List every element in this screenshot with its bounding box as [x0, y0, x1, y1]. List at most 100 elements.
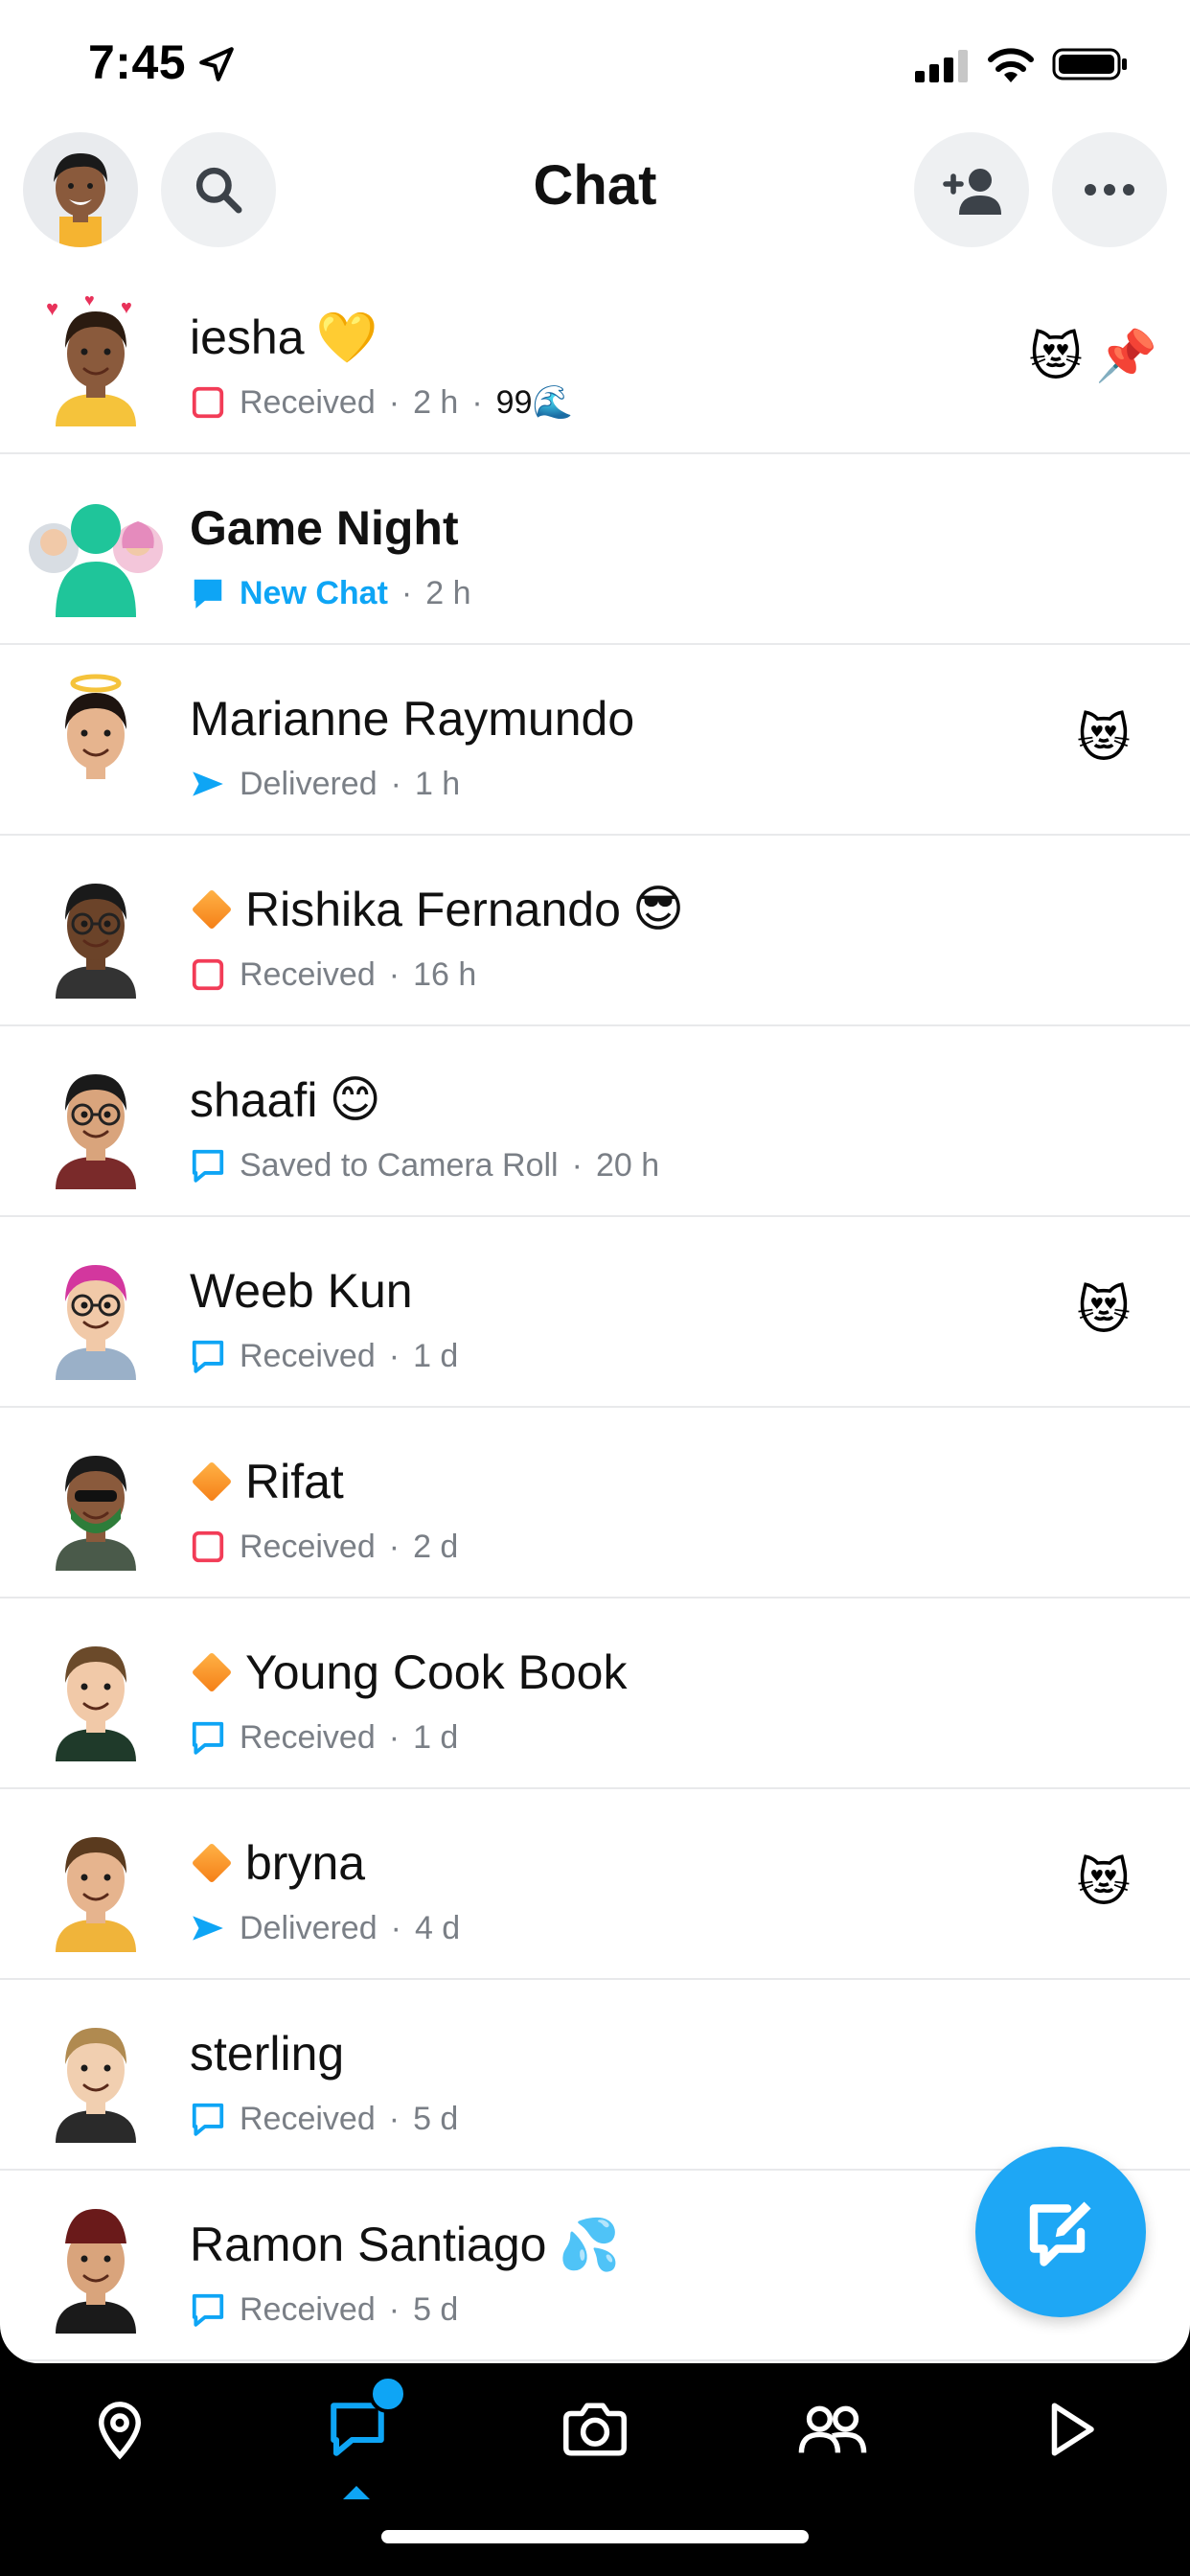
separator-dot: · — [400, 574, 413, 611]
friend-avatar[interactable] — [27, 861, 165, 999]
chat-status-line: Received · 2 d — [190, 1523, 458, 1571]
add-friend-icon — [943, 169, 1001, 215]
chat-name: Ramon Santiago — [190, 2218, 547, 2271]
friend-avatar[interactable] — [27, 1242, 165, 1380]
chat-bubble-blue-icon — [190, 1147, 226, 1184]
chat-time: 1 h — [414, 765, 461, 802]
svg-text:♥: ♥ — [121, 297, 132, 318]
separator-dot: · — [388, 1528, 400, 1565]
friend-emoji-icon: 😻 — [1028, 327, 1083, 387]
separator-dot: · — [390, 1909, 401, 1946]
wifi-icon — [988, 48, 1034, 82]
bottom-nav — [0, 2363, 1190, 2576]
chat-name: Game Night — [190, 501, 459, 555]
chat-bubble-blue-icon — [190, 2291, 226, 2328]
svg-text:♥: ♥ — [46, 296, 58, 320]
nav-map[interactable] — [77, 2386, 163, 2472]
add-friend-button[interactable] — [914, 132, 1029, 247]
separator-dot: · — [471, 383, 483, 421]
chat-name: Young Cook Book — [245, 1645, 628, 1699]
received-snap-red-icon — [190, 956, 226, 993]
chat-status: Delivered — [240, 1909, 378, 1946]
chat-name: Rishika Fernando — [245, 883, 621, 936]
separator-dot: · — [388, 1718, 400, 1756]
chat-row[interactable]: Marianne Raymundo Delivered · 1 h 😻 — [0, 645, 1190, 836]
friend-emoji-icon: 😻 — [1076, 708, 1131, 769]
more-dots-icon — [1085, 184, 1134, 196]
chat-name: Marianne Raymundo — [190, 692, 635, 746]
chat-row[interactable]: sterling Received · 5 d — [0, 1980, 1190, 2171]
chat-bubble-blue-icon — [190, 2101, 226, 2137]
chat-row[interactable]: Weeb Kun Received · 1 d 😻 — [0, 1217, 1190, 1408]
chat-name-line: Marianne Raymundo — [190, 685, 634, 752]
chat-row[interactable]: ♥ ♥ ♥ iesha 💛 Received · 2 h · 99🌊 😻 📌 — [0, 264, 1190, 454]
nav-camera[interactable] — [552, 2386, 638, 2472]
name-emoji: 😎 — [631, 881, 685, 938]
chat-row[interactable]: bryna Delivered · 4 d 😻 — [0, 1789, 1190, 1980]
chat-row[interactable]: Game Night New Chat · 2 h — [0, 454, 1190, 645]
chat-name-line: shaafi 😊 — [190, 1067, 381, 1134]
friend-avatar[interactable] — [27, 2196, 165, 2334]
chat-time: 2 d — [413, 1528, 459, 1565]
chat-name: iesha — [190, 310, 305, 364]
status-time: 7:45 — [88, 35, 187, 89]
friends-icon — [798, 2405, 867, 2453]
chat-status: Received — [240, 383, 376, 421]
chat-row[interactable]: shaafi 😊 Saved to Camera Roll · 20 h — [0, 1026, 1190, 1217]
friend-emoji-icon: 😻 — [1076, 1280, 1131, 1341]
separator-dot: · — [571, 1146, 583, 1184]
chat-time: 20 h — [595, 1146, 660, 1184]
nav-stories[interactable] — [1027, 2386, 1113, 2472]
friend-avatar[interactable] — [27, 2005, 165, 2143]
name-emoji: 💛 — [315, 309, 378, 367]
separator-dot: · — [388, 955, 400, 993]
battery-icon — [1052, 48, 1127, 80]
header: Chat — [0, 125, 1190, 268]
chat-bubble-blue-icon — [190, 1719, 226, 1756]
pin-icon: 📌 — [1095, 329, 1157, 384]
location-arrow-icon — [199, 47, 234, 81]
friend-avatar[interactable]: ♥ ♥ ♥ — [27, 288, 165, 426]
friend-avatar[interactable] — [27, 1433, 165, 1571]
svg-text:♥: ♥ — [84, 290, 95, 310]
nav-friends[interactable] — [790, 2386, 876, 2472]
new-chat-button[interactable] — [975, 2147, 1146, 2317]
separator-dot: · — [388, 2100, 400, 2137]
chat-status: Received — [240, 1528, 376, 1565]
chat-time: 5 d — [413, 2290, 459, 2328]
orange-diamond-icon — [190, 1650, 234, 1694]
chat-status-line: Received · 5 d — [190, 2095, 458, 2143]
chat-name-line: Rifat — [190, 1448, 344, 1515]
more-options-button[interactable] — [1052, 132, 1167, 247]
chat-status-line: Received · 16 h — [190, 951, 476, 999]
friend-avatar[interactable] — [27, 1623, 165, 1761]
chat-row[interactable]: Rifat Received · 2 d — [0, 1408, 1190, 1598]
chat-time: 1 d — [413, 1337, 459, 1374]
separator-dot: · — [388, 2290, 400, 2328]
friend-avatar[interactable] — [27, 479, 165, 617]
screen: 7:45 Chat ♥ ♥ ♥ iesha 💛 Received · 2 h ·… — [0, 0, 1190, 2363]
chat-name-line: Game Night — [190, 494, 459, 562]
chat-status-line: Saved to Camera Roll · 20 h — [190, 1141, 659, 1189]
chat-status: Saved to Camera Roll — [240, 1146, 559, 1184]
chat-time: 1 d — [413, 1718, 459, 1756]
chat-name: shaafi — [190, 1073, 318, 1127]
friend-avatar[interactable] — [27, 1051, 165, 1189]
friend-avatar[interactable] — [27, 1814, 165, 1952]
chat-status-line: Delivered · 4 d — [190, 1904, 460, 1952]
chat-status-line: Received · 5 d — [190, 2286, 458, 2334]
orange-diamond-icon — [190, 1841, 234, 1885]
chat-status-line: Delivered · 1 h — [190, 760, 460, 808]
chat-name-line: Ramon Santiago 💦 — [190, 2211, 620, 2278]
compose-chat-icon — [1029, 2201, 1091, 2266]
new-chat-blue-icon — [190, 575, 226, 611]
chat-row[interactable]: Young Cook Book Received · 1 d — [0, 1598, 1190, 1789]
separator-dot: · — [390, 765, 401, 802]
chat-time: 2 h — [413, 383, 459, 421]
map-icon — [98, 2402, 142, 2460]
chat-notification-badge — [369, 2375, 407, 2413]
chat-row[interactable]: Rishika Fernando 😎 Received · 16 h — [0, 836, 1190, 1026]
friend-avatar[interactable] — [27, 670, 165, 808]
chat-status: Received — [240, 1718, 376, 1756]
chat-name-line: iesha 💛 — [190, 304, 378, 371]
